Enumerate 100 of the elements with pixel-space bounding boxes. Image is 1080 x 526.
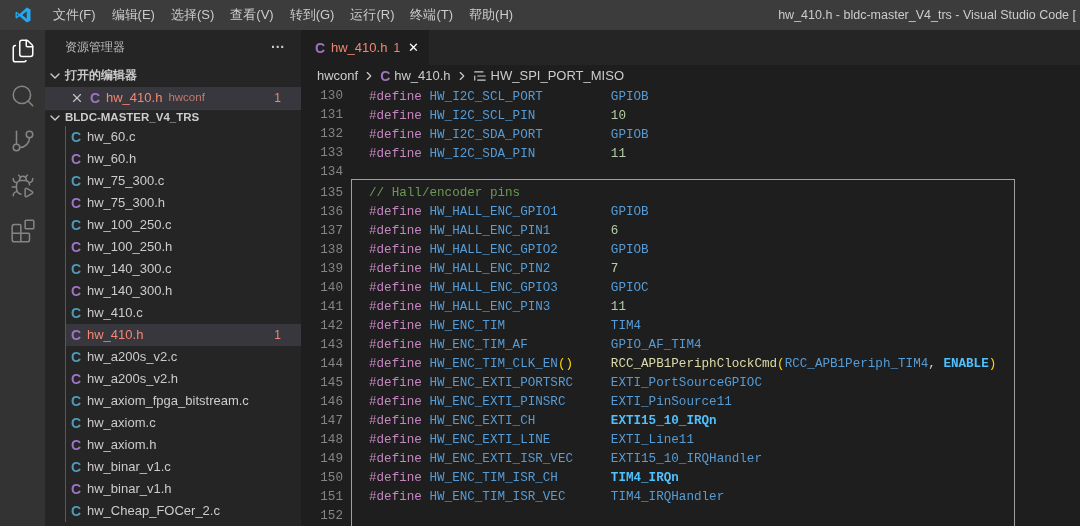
menu-item[interactable]: 终端(T) [402,5,462,25]
line-number: 149 [320,451,343,468]
menu-item[interactable]: 转到(G) [281,5,343,25]
code-line: #define HW_ENC_TIM_CLK_EN() RCC_APB1PeriphClockCmd(RCC_APB1Periph_TIM4, ENABLE) [369,356,997,373]
branch-icon[interactable] [9,128,36,154]
file-item[interactable]: C hw_100_250.c [66,214,301,236]
c-file-icon: C [71,284,81,298]
line-number: 147 [320,413,343,430]
c-file-icon: C [71,504,81,518]
code-line: #define HW_I2C_SDA_PORT GPIOB [369,127,649,144]
code-line: #define HW_ENC_TIM_AF GPIO_AF_TIM4 [369,337,702,354]
code-line: #define HW_HALL_ENC_PIN3 11 [369,299,626,316]
c-file-icon: C [71,174,81,188]
line-number: 138 [320,242,343,259]
code-line: #define HW_ENC_EXTI_PORTSRC EXTI_PortSourceGPIOC [369,375,762,392]
file-item[interactable]: C hw_axiom_fpga_bitstream.c [66,390,301,412]
code-line: #define HW_I2C_SDA_PIN 11 [369,146,626,163]
file-item[interactable]: C hw_axiom.c [66,412,301,434]
file-item[interactable]: C hw_binar_v1.c [66,456,301,478]
file-item[interactable]: C hw_axiom.h [66,434,301,456]
file-item[interactable]: C hw_140_300.c [66,258,301,280]
code-line: #define HW_I2C_SCL_PORT GPIOB [369,89,649,106]
file-item[interactable]: C hw_binar_v1.h [66,478,301,500]
code-line: #define HW_ENC_EXTI_ISR_VEC EXTI15_10_IRQHandler [369,451,762,468]
breadcrumb-item[interactable]: HW_SPI_PORT_MISO [490,66,624,86]
menu-item[interactable]: 帮助(H) [461,5,522,25]
c-file-icon: C [71,416,81,430]
files-icon[interactable] [9,38,36,64]
line-number: 151 [320,489,343,506]
symbol-icon [472,69,487,83]
file-item[interactable]: C hw_a200s_v2.h [66,368,301,390]
menu-item[interactable]: 运行(R) [342,5,403,25]
line-number: 131 [320,107,343,124]
file-item[interactable]: C hw_Cheap_FOCer_2.c [66,500,301,522]
line-number: 136 [320,204,343,221]
line-number: 144 [320,356,343,373]
line-number: 132 [320,126,343,143]
breadcrumb-item[interactable]: hw_410.h [394,66,451,86]
c-file-icon: C [71,306,81,320]
file-item[interactable]: C hw_60.h [66,148,301,170]
line-number: 130 [320,88,343,105]
line-number: 150 [320,470,343,487]
menu-item[interactable]: 编辑(E) [103,5,163,25]
c-file-icon: C [71,482,81,496]
blocks-icon[interactable] [9,218,36,244]
open-editor-item[interactable]: C hw_410.h hwconf 1 [45,87,301,109]
file-item[interactable]: C hw_75_300.c [66,170,301,192]
c-file-icon: C [71,328,81,342]
line-number: 134 [320,164,343,181]
c-file-icon: C [71,196,81,210]
c-file-icon: C [71,438,81,452]
c-file-icon: C [71,350,81,364]
file-item[interactable]: C hw_a200s_v2.c [66,346,301,368]
line-number: 139 [320,261,343,278]
line-number: 140 [320,280,343,297]
editor-tab[interactable]: C hw_410.h 1 ✕ [301,30,430,65]
menu-item[interactable]: 查看(V) [222,5,282,25]
line-number: 145 [320,375,343,392]
c-file-icon: C [71,262,81,276]
code-line: #define HW_ENC_TIM_ISR_VEC TIM4_IRQHandler [369,489,725,506]
file-item[interactable]: C hw_60.c [66,126,301,148]
c-file-icon: C [71,218,81,232]
code-line: #define HW_ENC_TIM TIM4 [369,318,642,335]
line-number: 141 [320,299,343,316]
line-number: 142 [320,318,343,335]
code-line: #define HW_HALL_ENC_PIN2 7 [369,261,619,278]
code-line: #define HW_HALL_ENC_GPIO2 GPIOB [369,242,649,259]
file-item[interactable]: C hw_75_300.h [66,192,301,214]
more-actions[interactable]: ··· [271,37,285,58]
line-number: 143 [320,337,343,354]
section-header[interactable]: 打开的编辑器 [45,65,301,87]
file-item[interactable]: C hw_100_250.h [66,236,301,258]
line-number: 146 [320,394,343,411]
c-file-icon: C [71,394,81,408]
file-item[interactable]: C hw_410.c [66,302,301,324]
close-icon[interactable] [70,91,84,105]
bug-play-icon[interactable] [9,173,36,199]
line-number: 137 [320,223,343,240]
code-line: #define HW_HALL_ENC_GPIO1 GPIOB [369,204,649,221]
code-line: #define HW_HALL_ENC_GPIO3 GPIOC [369,280,649,297]
code-line: #define HW_HALL_ENC_PIN1 6 [369,223,619,240]
c-file-icon: C [315,40,325,55]
menu-item[interactable]: 选择(S) [162,5,223,25]
section-header[interactable]: BLDC-MASTER_V4_TRS [45,109,301,126]
code-line: #define HW_ENC_EXTI_LINE EXTI_Line11 [369,432,694,449]
line-number: 133 [320,145,343,162]
code-line: #define HW_ENC_EXTI_PINSRC EXTI_PinSource11 [369,394,732,411]
code-line: #define HW_ENC_TIM_ISR_CH TIM4_IRQn [369,470,679,487]
c-file-icon: C [71,130,81,144]
code-line: #define HW_ENC_EXTI_CH EXTI15_10_IRQn [369,413,717,430]
file-item[interactable]: C hw_140_300.h [66,280,301,302]
c-file-icon: C [71,240,81,254]
vscode-logo-icon [13,6,32,24]
sidebar-title: 资源管理器 [65,39,125,55]
breadcrumb-item[interactable]: hwconf [317,66,359,86]
c-file-icon: C [71,152,81,166]
menu-item[interactable]: 文件(F) [45,5,104,25]
c-file-icon: C [71,460,81,474]
code-line: #define HW_I2C_SCL_PIN 10 [369,108,626,125]
file-item[interactable]: C hw_410.h 1 [66,324,301,346]
